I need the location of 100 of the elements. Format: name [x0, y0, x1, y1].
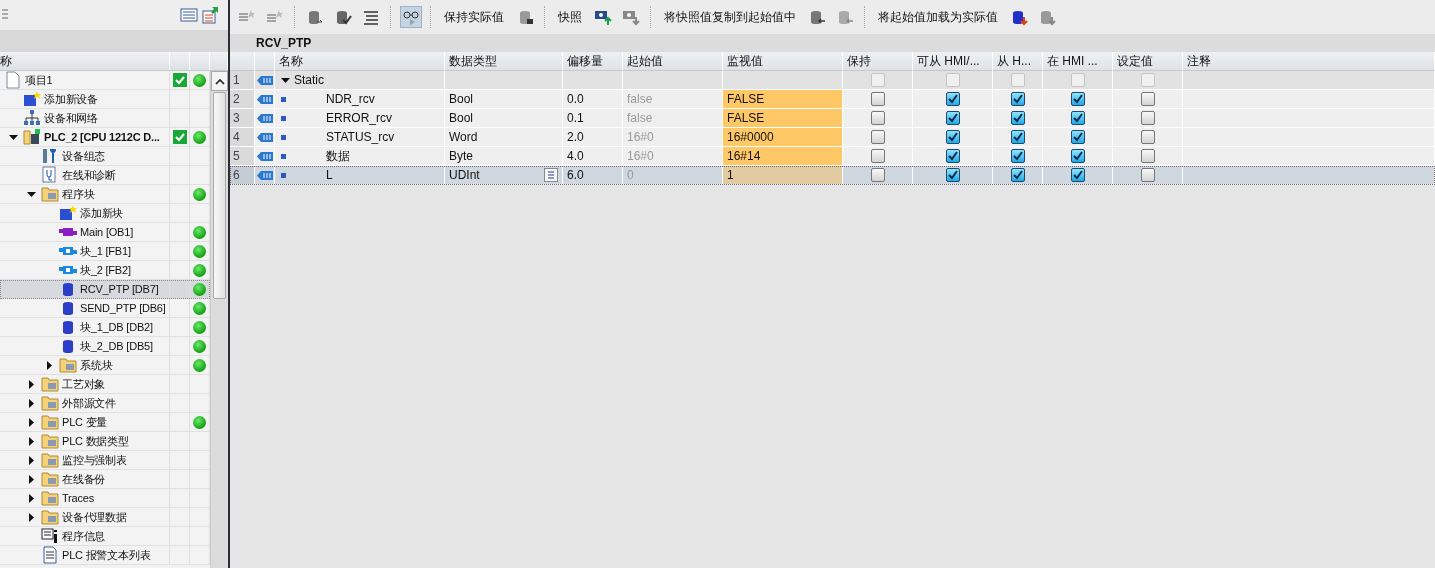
tree-item[interactable]: 块_2 [FB2]	[0, 261, 210, 280]
tree-item[interactable]: 系统块	[0, 356, 210, 375]
tree-item[interactable]: RCV_PTP [DB7]	[0, 280, 210, 299]
checkbox[interactable]	[870, 168, 885, 182]
column-header[interactable]: 称	[0, 52, 12, 70]
tree-item[interactable]: 添加新设备	[0, 90, 210, 109]
tree-item[interactable]: 监控与强制表	[0, 451, 210, 470]
checkbox[interactable]	[1070, 149, 1085, 163]
status-dot-icon	[193, 187, 206, 201]
checkbox[interactable]	[945, 149, 960, 163]
type-picker-button[interactable]	[544, 168, 558, 182]
column-header[interactable]: 名称	[275, 52, 445, 71]
scroll-up-icon[interactable]	[214, 77, 225, 85]
checkbox[interactable]	[870, 130, 885, 144]
tag-icon	[256, 131, 273, 143]
tree-item[interactable]: Main [OB1]	[0, 223, 210, 242]
column-header[interactable]: 设定值	[1113, 52, 1183, 71]
start-value-cell-text: 0	[626, 168, 634, 182]
checkbox[interactable]	[1140, 111, 1155, 125]
name-cell-text: NDR_rcv	[325, 92, 375, 106]
scrollbar[interactable]	[210, 71, 228, 568]
folder-icon	[41, 508, 59, 526]
column-header[interactable]: 起始值	[623, 52, 723, 71]
tree-item[interactable]: 块_2_DB [DB5]	[0, 337, 210, 356]
tree-item[interactable]: SEND_PTP [DB6]	[0, 299, 210, 318]
tree-label: PLC 数据类型	[62, 433, 129, 449]
glasses-icon[interactable]	[400, 6, 422, 28]
checkbox[interactable]	[945, 130, 960, 144]
tree-item[interactable]: PLC_2 [CPU 1212C D...	[0, 128, 210, 147]
tree-item[interactable]: 在线备份	[0, 470, 210, 489]
tree-item[interactable]: 设备组态	[0, 147, 210, 166]
table-row[interactable]: 3 ERROR_rcv Bool 0.1 false FALSE	[230, 109, 1435, 128]
checkbox[interactable]	[870, 149, 885, 163]
checkbox[interactable]	[1070, 130, 1085, 144]
tree-label: 程序信息	[62, 528, 106, 544]
checkbox[interactable]	[1140, 92, 1155, 106]
column-header[interactable]: 数据类型	[445, 52, 563, 71]
column-header[interactable]: 偏移量	[563, 52, 623, 71]
checkbox[interactable]	[1070, 111, 1085, 125]
checkbox[interactable]	[1010, 168, 1025, 182]
status-dot-icon	[193, 415, 206, 429]
column-header[interactable]: 监视值	[723, 52, 843, 71]
tree-item[interactable]: Traces	[0, 489, 210, 508]
tree-item[interactable]: 外部源文件	[0, 394, 210, 413]
tree-item[interactable]: 设备代理数据	[0, 508, 210, 527]
checkbox[interactable]	[1070, 168, 1085, 182]
column-header[interactable]: 注释	[1183, 52, 1435, 71]
editor-title: RCV_PTP	[256, 36, 312, 50]
checkbox[interactable]	[870, 111, 885, 125]
tree-item[interactable]: 块_1 [FB1]	[0, 242, 210, 261]
column-header[interactable]: 在 HMI ...	[1043, 52, 1113, 71]
folder-icon	[41, 489, 59, 507]
scroll-thumb[interactable]	[213, 92, 226, 299]
checkbox[interactable]	[1140, 130, 1155, 144]
table-row[interactable]: 5 数据 Byte 4.0 16#0 16#14	[230, 147, 1435, 166]
table-row[interactable]: 1 Static	[230, 71, 1435, 90]
monitor-value-cell-text: 16#14	[726, 149, 761, 163]
tree-item[interactable]: 程序块	[0, 185, 210, 204]
checkbox[interactable]	[1140, 168, 1155, 182]
table-row[interactable]: 6 L UDInt 6.0 0 1	[230, 166, 1435, 185]
row-number: 6	[233, 168, 240, 182]
column-header[interactable]: 可从 HMI/...	[913, 52, 993, 71]
check-badge-icon	[172, 130, 187, 144]
checkbox[interactable]	[1010, 92, 1025, 106]
add-star-icon	[59, 204, 77, 222]
checkbox[interactable]	[945, 111, 960, 125]
checkbox[interactable]	[1070, 92, 1085, 106]
tree-item[interactable]: PLC 数据类型	[0, 432, 210, 451]
table-row[interactable]: 4 STATUS_rcv Word 2.0 16#0 16#0000	[230, 128, 1435, 147]
tree-item[interactable]: 工艺对象	[0, 375, 210, 394]
start-value-cell-text: 16#0	[626, 149, 654, 163]
tag-icon	[256, 74, 273, 86]
tree-item[interactable]: 项目1	[0, 71, 210, 90]
list-icon	[546, 170, 556, 180]
tree-item[interactable]: 块_1_DB [DB2]	[0, 318, 210, 337]
checkbox[interactable]	[1010, 130, 1025, 144]
checkbox[interactable]	[1140, 149, 1155, 163]
column-header[interactable]: 从 H...	[993, 52, 1043, 71]
collapse-arrow-icon[interactable]	[9, 132, 18, 142]
checkbox[interactable]	[1010, 111, 1025, 125]
checkbox[interactable]	[1010, 149, 1025, 163]
table-row[interactable]: 2 NDR_rcv Bool 0.0 false FALSE	[230, 90, 1435, 109]
tree-item[interactable]: 程序信息	[0, 527, 210, 546]
column-header[interactable]: 保持	[843, 52, 913, 71]
folder-icon	[41, 413, 59, 431]
tree-label: 外部源文件	[62, 395, 116, 411]
tree-item[interactable]: 添加新块	[0, 204, 210, 223]
checkbox[interactable]	[945, 168, 960, 182]
tree-item[interactable]: 在线和诊断	[0, 166, 210, 185]
collapse-arrow-icon[interactable]	[27, 189, 36, 199]
tree-item[interactable]: 设备和网络	[0, 109, 210, 128]
checkbox[interactable]	[945, 92, 960, 106]
checkbox[interactable]	[870, 92, 885, 106]
toolbar-label: 保持实际值	[443, 8, 505, 26]
start-value-cell-text: false	[626, 111, 653, 125]
tree-item[interactable]: PLC 变量	[0, 413, 210, 432]
tree-item[interactable]: PLC 报警文本列表	[0, 546, 210, 565]
folder-icon	[41, 470, 59, 488]
toolbar-label: 快照	[557, 8, 583, 26]
collapse-arrow-icon[interactable]	[281, 75, 290, 85]
